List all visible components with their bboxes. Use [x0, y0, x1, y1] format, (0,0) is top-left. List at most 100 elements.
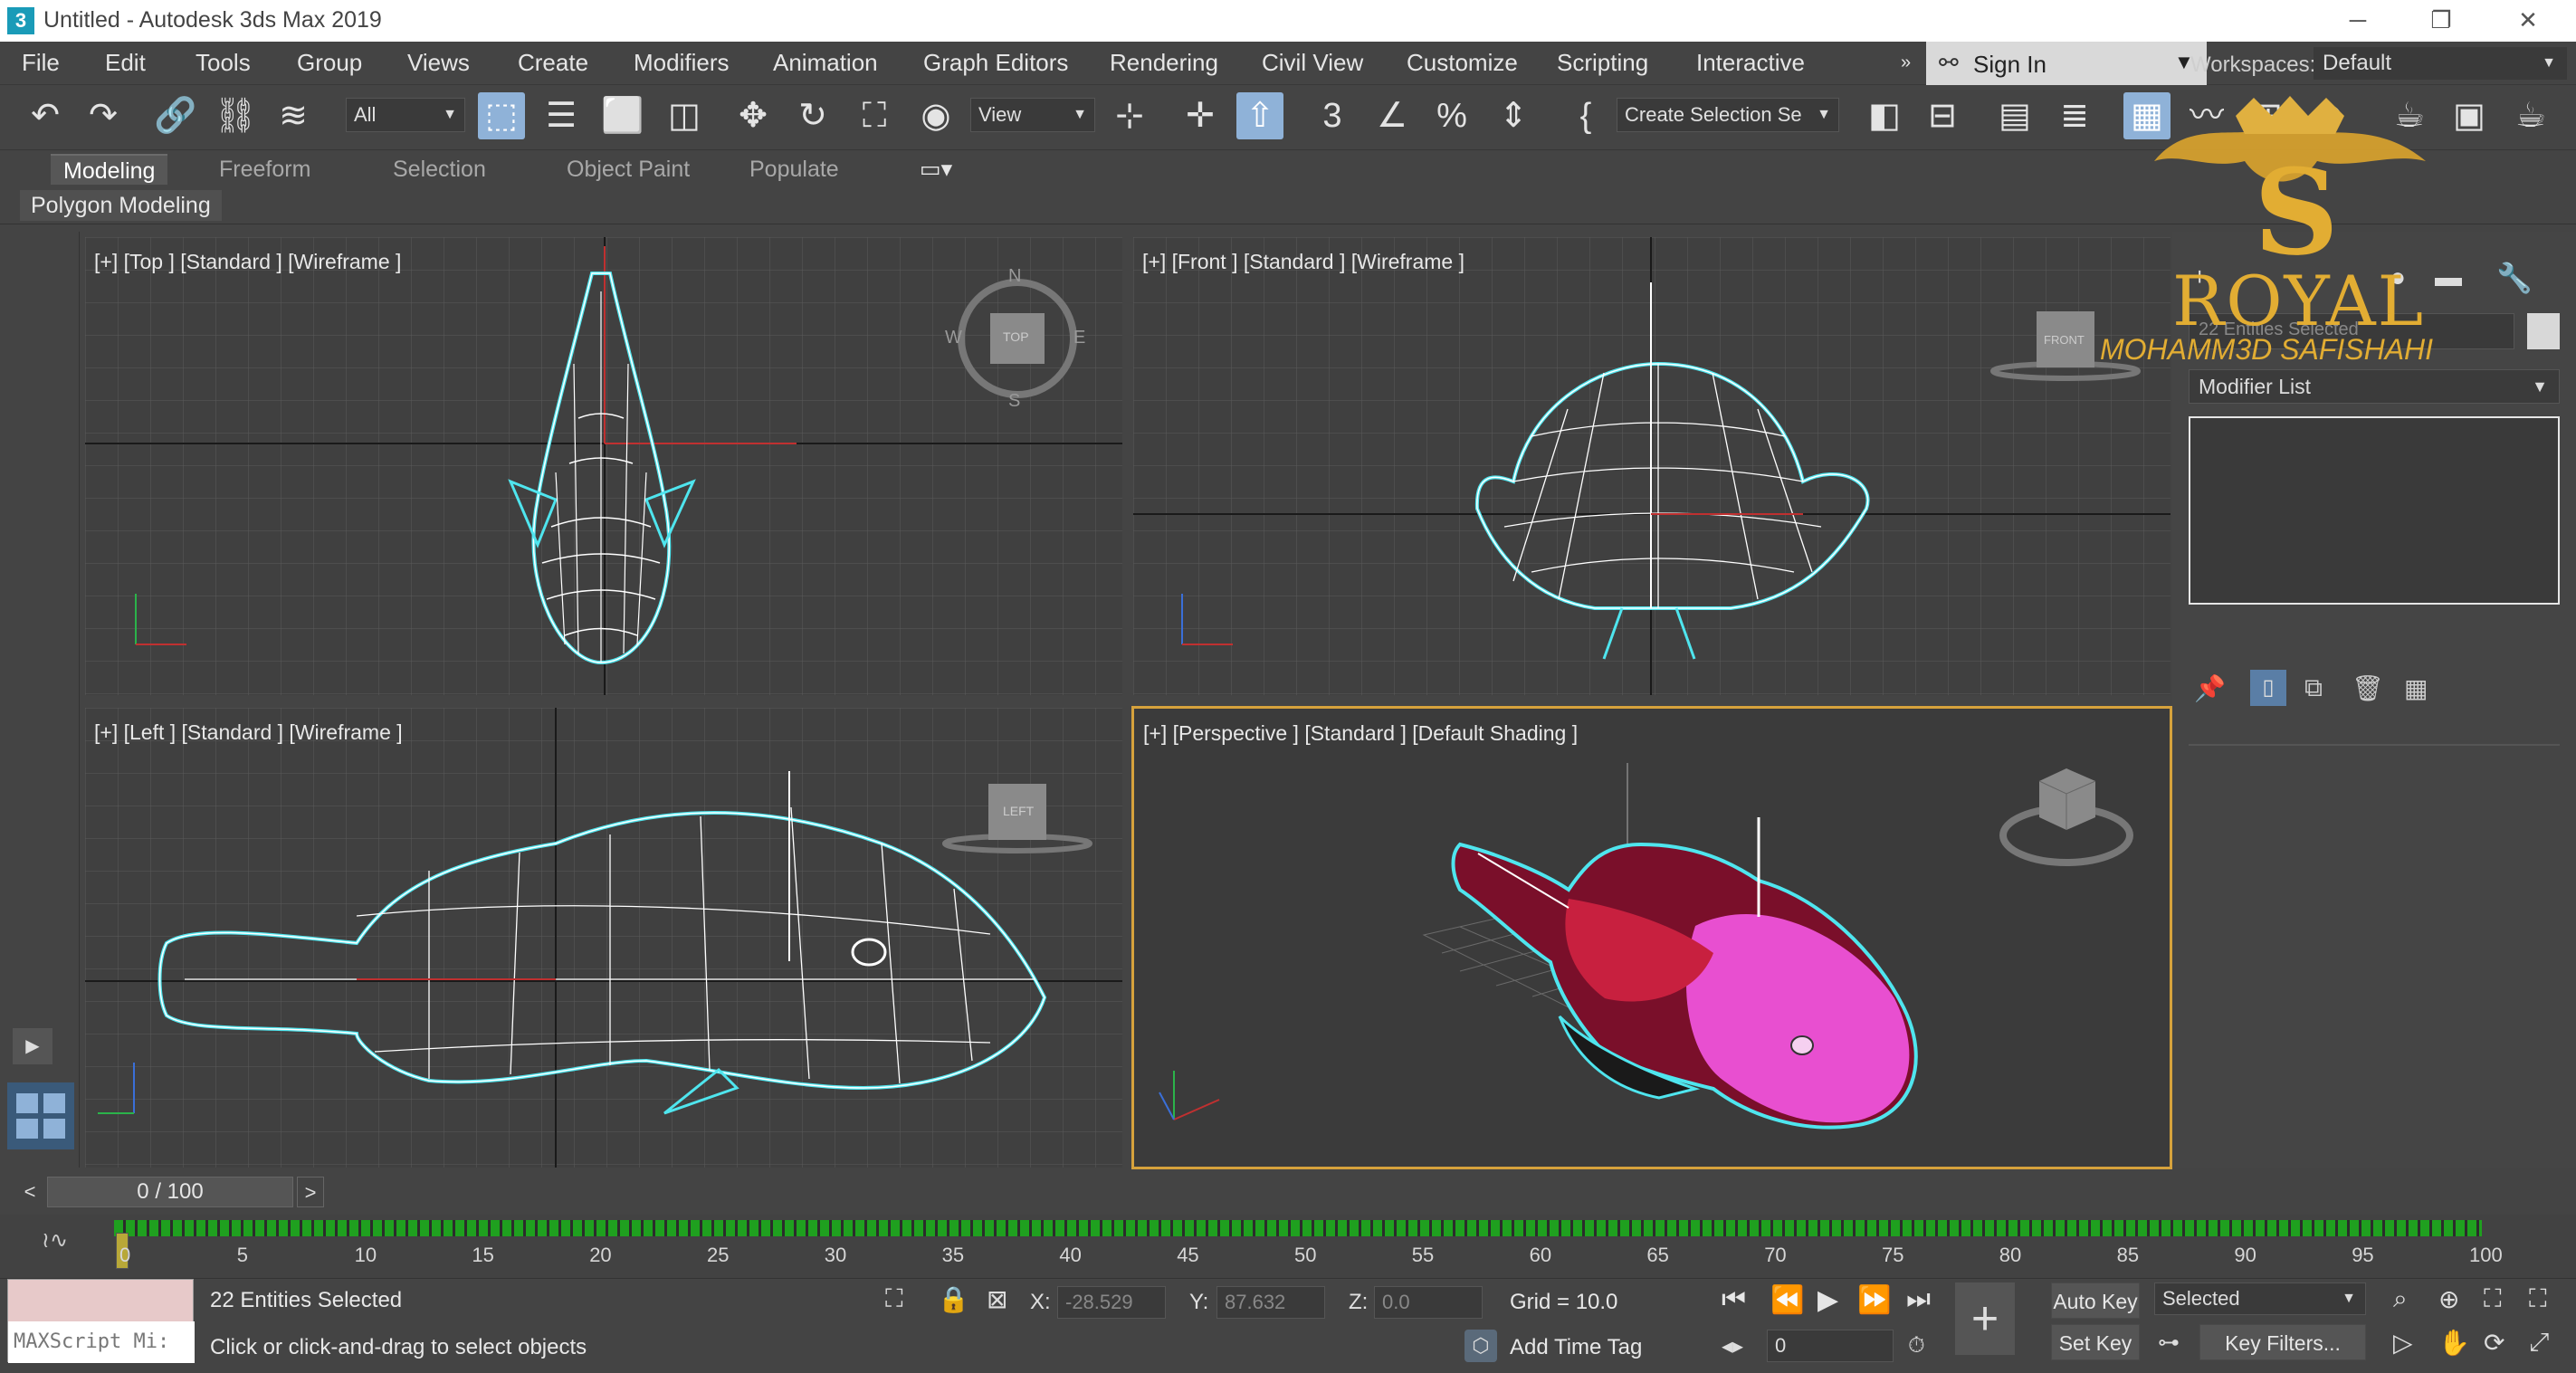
move-icon[interactable]: ✥ — [730, 92, 777, 139]
pan-view-icon[interactable]: ✋ — [2438, 1328, 2470, 1358]
menu-file[interactable]: File — [22, 42, 60, 83]
menu-customize[interactable]: Customize — [1407, 42, 1518, 83]
zoom-extents-icon[interactable]: ⛶ — [2484, 1284, 2502, 1314]
tab-freeform[interactable]: Freeform — [219, 154, 310, 185]
modifier-stack[interactable] — [2189, 416, 2560, 605]
tab-modeling[interactable]: Modeling — [51, 154, 168, 185]
z-coord-field[interactable]: 0.0 — [1374, 1286, 1483, 1319]
time-tag-icon[interactable]: ⬡ — [1465, 1330, 1497, 1362]
pin-stack-icon[interactable]: 📌 — [2194, 673, 2226, 703]
next-frame-icon[interactable]: ⏩ — [1857, 1284, 1891, 1316]
viewport-top[interactable]: [+] [Top ] [Standard ] [Wireframe ] N S … — [85, 237, 1122, 695]
named-selection-dropdown[interactable]: Create Selection Se ▼ — [1617, 98, 1839, 132]
viewcube-perspective-icon[interactable] — [1999, 768, 2133, 866]
viewport-top-label[interactable]: [+] [Top ] [Standard ] [Wireframe ] — [94, 250, 401, 274]
viewport-left[interactable]: [+] [Left ] [Standard ] [Wireframe ] LEF… — [85, 708, 1122, 1168]
remove-modifier-icon[interactable]: 🗑 — [2352, 673, 2384, 703]
place-icon[interactable]: ◉ — [912, 92, 959, 139]
current-frame-field[interactable]: 0 — [1767, 1330, 1894, 1362]
menu-edit[interactable]: Edit — [105, 42, 146, 83]
scene-explorer-icon[interactable]: ▤ — [1991, 92, 2038, 139]
track-bar[interactable]: ≀∿ 0 5 10 15 20 25 30 35 40 45 50 55 60 65 70 75 80 85 90 9… — [0, 1215, 2576, 1278]
auto-key-button[interactable]: Auto Key — [2051, 1282, 2140, 1319]
ribbon-options-icon[interactable]: ▭▾ — [920, 154, 952, 185]
key-mode-toggle-icon[interactable]: ⊶ — [2158, 1330, 2180, 1356]
isolate-selection-icon[interactable]: ⛶ — [885, 1284, 903, 1314]
orbit-icon[interactable]: ⟳ — [2484, 1328, 2504, 1358]
restore-button[interactable]: ❐ — [2400, 0, 2482, 42]
polygon-modeling-panel[interactable]: Polygon Modeling — [20, 190, 222, 221]
snaps-toggle-icon[interactable]: 3 — [1309, 92, 1356, 139]
new-key-icon[interactable]: + — [1955, 1282, 2015, 1355]
menu-scripting[interactable]: Scripting — [1557, 42, 1648, 83]
menu-modifiers[interactable]: Modifiers — [634, 42, 729, 83]
viewport-front[interactable]: [+] [Front ] [Standard ] [Wireframe ] FR… — [1133, 237, 2171, 695]
pivot-center-icon[interactable]: ⊹ — [1106, 92, 1153, 139]
make-unique-icon[interactable]: ⧉ — [2304, 673, 2323, 703]
maximize-viewport-icon[interactable]: ⤢ — [2529, 1328, 2549, 1358]
add-time-tag[interactable]: Add Time Tag — [1510, 1335, 1642, 1360]
show-end-result-icon[interactable]: ▯ — [2250, 670, 2286, 706]
edit-named-selection-icon[interactable]: { — [1562, 92, 1609, 139]
key-mode-icon[interactable]: ◂▸ — [1722, 1333, 1743, 1359]
select-by-name-icon[interactable]: ☰ — [538, 92, 585, 139]
selection-filter-dropdown[interactable]: All ▼ — [346, 98, 465, 132]
select-manipulate-icon[interactable]: ✛ — [1177, 92, 1224, 139]
x-coord-field[interactable]: -28.529 — [1057, 1286, 1166, 1319]
object-color-swatch[interactable] — [2527, 313, 2560, 349]
menu-graph-editors[interactable]: Graph Editors — [923, 42, 1068, 83]
window-crossing-icon[interactable]: ◫ — [661, 92, 708, 139]
set-key-button[interactable]: Set Key — [2051, 1324, 2140, 1360]
curve-editor-mini-icon[interactable]: ≀∿ — [42, 1227, 68, 1254]
reference-coordinate-dropdown[interactable]: View ▼ — [970, 98, 1095, 132]
angle-snap-icon[interactable]: ∠ — [1369, 92, 1416, 139]
undo-icon[interactable]: ↶ — [22, 92, 69, 139]
render-production-icon[interactable]: ☕ — [2507, 92, 2554, 139]
align-icon[interactable]: ⊟ — [1919, 92, 1966, 139]
viewport-front-label[interactable]: [+] [Front ] [Standard ] [Wireframe ] — [1142, 250, 1465, 274]
zoom-icon[interactable]: ⌕ — [2393, 1284, 2408, 1314]
bind-space-warp-icon[interactable]: ≋ — [270, 92, 317, 139]
percent-snap-icon[interactable]: % — [1428, 92, 1475, 139]
sign-in-dropdown[interactable]: ⚯ Sign In ▼ — [1926, 42, 2207, 85]
close-button[interactable]: ✕ — [2487, 0, 2569, 42]
redo-icon[interactable]: ↷ — [80, 92, 127, 139]
menu-tools[interactable]: Tools — [196, 42, 251, 83]
tab-object-paint[interactable]: Object Paint — [567, 154, 690, 185]
layer-explorer-icon[interactable]: ≣ — [2051, 92, 2098, 139]
menu-civil-view[interactable]: Civil View — [1262, 42, 1363, 83]
menu-group[interactable]: Group — [297, 42, 362, 83]
rectangular-selection-icon[interactable]: ⬜ — [599, 92, 646, 139]
menu-animation[interactable]: Animation — [773, 42, 878, 83]
key-track[interactable] — [114, 1220, 2482, 1236]
menu-views[interactable]: Views — [407, 42, 470, 83]
go-to-end-icon[interactable]: ⏭ — [1906, 1284, 1931, 1315]
viewport-perspective[interactable]: [+] [Perspective ] [Standard ] [Default … — [1131, 706, 2172, 1169]
next-frame-icon[interactable]: > — [297, 1177, 324, 1207]
viewport-left-label[interactable]: [+] [Left ] [Standard ] [Wireframe ] — [94, 720, 403, 745]
selection-lock-icon[interactable]: 🔒 — [938, 1284, 969, 1314]
absolute-mode-icon[interactable]: ⊠ — [987, 1284, 1007, 1314]
zoom-all-icon[interactable]: ⊕ — [2438, 1284, 2459, 1314]
unlink-icon[interactable]: ⛓ — [212, 92, 259, 139]
previous-frame-icon[interactable]: ⏪ — [1770, 1284, 1804, 1316]
link-icon[interactable]: 🔗 — [152, 92, 199, 139]
tab-selection[interactable]: Selection — [393, 154, 486, 185]
rotate-icon[interactable]: ↻ — [789, 92, 836, 139]
menu-overflow-icon[interactable]: » — [1901, 42, 1911, 83]
zoom-extents-all-icon[interactable]: ⛶ — [2529, 1284, 2547, 1314]
configure-modifier-sets-icon[interactable]: ▦ — [2404, 673, 2428, 703]
viewport-perspective-label[interactable]: [+] [Perspective ] [Standard ] [Default … — [1143, 721, 1578, 746]
utilities-tab-icon[interactable]: 🔧 — [2496, 261, 2533, 295]
time-slider[interactable]: < 0 / 100 > — [16, 1177, 2574, 1211]
select-object-icon[interactable]: ⬚ — [478, 92, 525, 139]
scale-icon[interactable]: ⛶ — [851, 92, 898, 139]
frame-display[interactable]: 0 / 100 — [47, 1177, 293, 1207]
field-of-view-icon[interactable]: ▷ — [2393, 1328, 2413, 1358]
mirror-icon[interactable]: ◧ — [1861, 92, 1908, 139]
expand-dock-icon[interactable]: ▶ — [13, 1028, 52, 1064]
key-filters-button[interactable]: Key Filters... — [2199, 1324, 2366, 1360]
menu-interactive[interactable]: Interactive — [1696, 42, 1805, 83]
prev-frame-icon[interactable]: < — [16, 1177, 43, 1207]
maxscript-mini-listener[interactable]: MAXScript Mi: — [8, 1321, 195, 1363]
